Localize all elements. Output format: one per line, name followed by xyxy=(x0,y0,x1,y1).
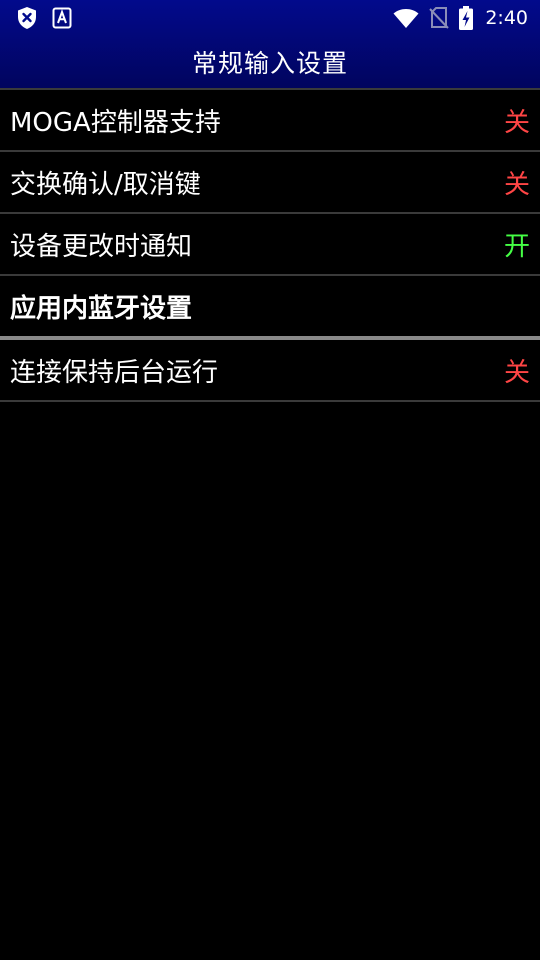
battery-charging-icon xyxy=(459,6,474,30)
status-time: 2:40 xyxy=(485,7,528,29)
title-bar: 常规输入设置 xyxy=(0,36,540,88)
setting-value: 关 xyxy=(503,169,530,200)
setting-device-change-notify[interactable]: 设备更改时通知 开 xyxy=(0,214,540,276)
setting-keep-background[interactable]: 连接保持后台运行 关 xyxy=(0,340,540,402)
wifi-icon xyxy=(393,7,419,29)
setting-label: 设备更改时通知 xyxy=(10,231,193,262)
page-title: 常规输入设置 xyxy=(191,49,348,78)
screen: 2:40 常规输入设置 MOGA控制器支持 关 交换确认/取消键 关 设备更改时… xyxy=(0,0,540,960)
app-header: 2:40 常规输入设置 xyxy=(0,0,540,88)
status-bar: 2:40 xyxy=(0,0,540,36)
shield-x-icon xyxy=(16,6,38,30)
settings-list: MOGA控制器支持 关 交换确认/取消键 关 设备更改时通知 开 应用内蓝牙设置… xyxy=(0,88,540,402)
section-header-bluetooth: 应用内蓝牙设置 xyxy=(0,276,540,340)
setting-value: 关 xyxy=(503,357,530,388)
section-title: 应用内蓝牙设置 xyxy=(10,293,193,324)
setting-value: 开 xyxy=(503,231,530,262)
setting-label: 连接保持后台运行 xyxy=(10,357,219,388)
setting-swap-confirm-cancel[interactable]: 交换确认/取消键 关 xyxy=(0,152,540,214)
status-left-icons xyxy=(16,6,72,30)
no-sim-icon xyxy=(429,6,450,30)
setting-label: MOGA控制器支持 xyxy=(10,107,221,138)
font-a-icon xyxy=(52,7,72,29)
setting-value: 关 xyxy=(503,107,530,138)
status-right-icons: 2:40 xyxy=(393,6,528,30)
setting-label: 交换确认/取消键 xyxy=(10,169,201,200)
setting-moga-controller[interactable]: MOGA控制器支持 关 xyxy=(0,90,540,152)
